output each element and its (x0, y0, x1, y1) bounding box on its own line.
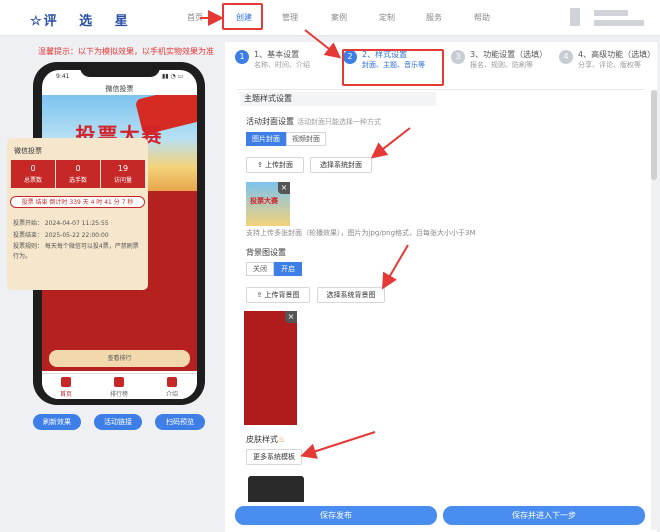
bg-thumbnail (244, 311, 297, 425)
bg-label: 背景图设置 (246, 248, 286, 257)
close-icon[interactable]: × (285, 311, 297, 323)
bg-toggle-on[interactable]: 开启 (274, 262, 302, 276)
cover-tab-image[interactable]: 图片封面 (246, 132, 286, 146)
fire-icon: ♨ (278, 435, 286, 444)
close-icon[interactable]: × (278, 182, 290, 194)
nav-manage[interactable]: 管理 (282, 12, 298, 23)
intro-icon (167, 377, 177, 387)
nav-home[interactable]: 首页 (187, 12, 203, 23)
activity-link-button[interactable]: 活动链接 (94, 414, 142, 430)
skin-thumbnail (248, 476, 304, 502)
highlight-box-create (222, 3, 263, 30)
tab-bar: 首页 排行榜 介绍 (42, 373, 197, 399)
save-next-button[interactable]: 保存并进入下一步 (443, 506, 645, 525)
upload-bg-button[interactable]: ⇪ 上传背景图 (246, 287, 310, 303)
signal-icon: ▮▮ ◔ ▭ (162, 73, 184, 80)
tab-intro[interactable]: 介绍 (152, 377, 192, 398)
stat-total-votes: 0 总票数 (11, 160, 55, 188)
skin-label: 皮肤样式♨ (246, 435, 286, 444)
cover-note: 支持上传多张封面（轮播效果），图片为jpg/png格式，且每张大小小于3M (246, 229, 476, 237)
vote-title: 微信投票 (14, 147, 42, 155)
info-start: 投票开始： 2024-04-07 11:25:55 (13, 220, 109, 227)
highlight-box-step (342, 49, 444, 86)
status-time: 9:41 (56, 73, 70, 80)
user-info (594, 20, 644, 26)
nav-help[interactable]: 帮助 (474, 12, 490, 23)
step-basic[interactable]: 1 1、基本设置 名称、时间、介绍 (235, 42, 335, 82)
vote-card: 微信投票 0 总票数 0 选手数 19 访问量 投票 结束 倒计时 339 天 4 时… (7, 138, 148, 290)
tab-home[interactable]: 首页 (46, 377, 86, 398)
user-name (594, 10, 628, 16)
step-function[interactable]: 3 3、功能设置（选填） 报名、规则、防刷等 (451, 42, 551, 82)
upload-cover-button[interactable]: ⇪ 上传封面 (246, 157, 304, 173)
preview-hint: 温馨提示：以下为模拟效果，以手机实物效果为准 (38, 47, 214, 56)
nav-service[interactable]: 服务 (426, 12, 442, 23)
section-title: 主题样式设置 (240, 92, 436, 106)
info-rules: 投票规则： 每天每个微信可以投4票，严禁刷票行为。 (13, 243, 139, 260)
cover-label: 活动封面设置 活动封面只能选择一种方式 (246, 117, 381, 126)
site-logo[interactable]: ☆评 选 星 (30, 10, 137, 29)
info-end: 投票结束： 2025-05-22 22:00:00 (13, 232, 109, 239)
upload-icon: ⇪ (256, 161, 266, 169)
nav-custom[interactable]: 定制 (379, 12, 395, 23)
phone-notch (80, 62, 160, 77)
cover-tab-video[interactable]: 视频封面 (286, 132, 326, 146)
app-title: 微信投票 (105, 85, 134, 93)
tab-ranking[interactable]: 排行榜 (99, 377, 139, 398)
system-cover-button[interactable]: 选择系统封面 (310, 157, 372, 173)
refresh-preview-button[interactable]: 刷新效果 (33, 414, 81, 430)
more-templates-button[interactable]: 更多系统模板 (246, 449, 302, 465)
user-avatar[interactable] (570, 8, 580, 26)
view-ranking-button[interactable]: 查看排行 (49, 350, 190, 367)
scan-preview-button[interactable]: 扫码预览 (155, 414, 205, 430)
ranking-icon (114, 377, 124, 387)
bg-toggle-off[interactable]: 关闭 (246, 262, 274, 276)
stat-visits: 19 访问量 (101, 160, 145, 188)
steps-divider (237, 89, 645, 90)
top-navigation: ☆评 选 星 首页 创建 管理 案例 定制 服务 帮助 (0, 0, 660, 36)
home-icon (61, 377, 71, 387)
upload-icon: ⇪ (256, 291, 265, 299)
stat-contestants: 0 选手数 (56, 160, 100, 188)
nav-cases[interactable]: 案例 (331, 12, 347, 23)
countdown-bar: 投票 结束 倒计时 339 天 4 时 41 分 7 秒 (10, 196, 145, 208)
system-bg-button[interactable]: 选择系统背景图 (317, 287, 385, 303)
scrollbar-thumb[interactable] (651, 90, 657, 180)
step-advanced[interactable]: 4 4、高级功能（选填） 分享、评论、版权等 (559, 42, 655, 82)
star-icon: ☆ (30, 14, 44, 29)
save-publish-button[interactable]: 保存发布 (235, 506, 437, 525)
